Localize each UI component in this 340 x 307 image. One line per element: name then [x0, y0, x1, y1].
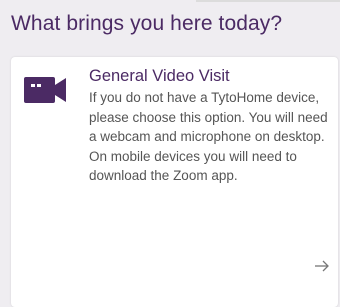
option-title: General Video Visit [89, 67, 230, 85]
top-divider [196, 0, 340, 2]
option-card-general-video-visit[interactable]: General Video Visit If you do not have a… [11, 57, 338, 307]
option-description: If you do not have a TytoHome device, pl… [89, 90, 328, 183]
page-title: What brings you here today? [11, 12, 283, 35]
